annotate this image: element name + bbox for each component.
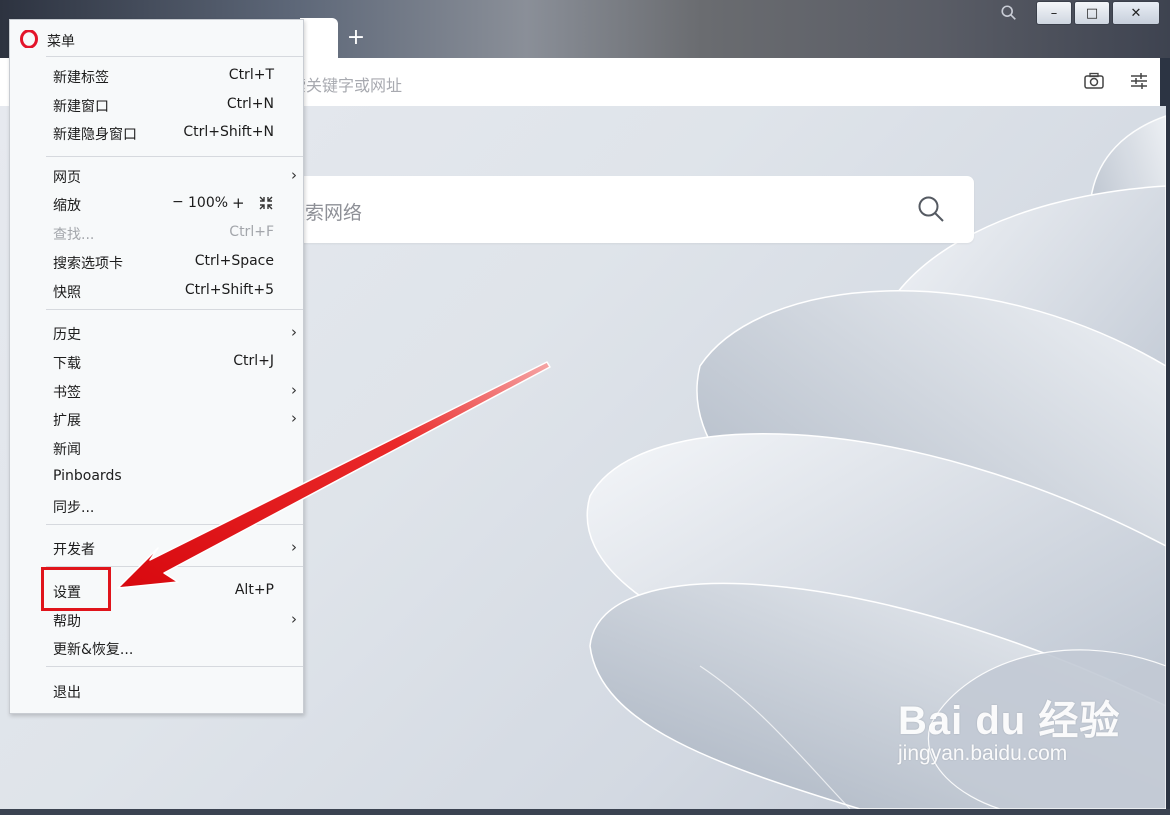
window-search-icon[interactable] <box>1000 4 1018 22</box>
chevron-right-icon: › <box>291 323 297 341</box>
menu-title: 菜单 <box>47 34 75 50</box>
chevron-right-icon: › <box>291 409 297 427</box>
chevron-right-icon: › <box>291 538 297 556</box>
menu-item-label: 更新&恢复... <box>53 642 134 658</box>
menu-item-new-tab[interactable]: 新建标签 Ctrl+T <box>10 63 303 89</box>
address-input[interactable]: 索关键字或网址 <box>290 72 402 96</box>
menu-item-developer[interactable]: 开发者 › <box>10 535 303 561</box>
menu-item-news[interactable]: 新闻 <box>10 435 303 461</box>
menu-item-search-tabs[interactable]: 搜索选项卡 Ctrl+Space <box>10 249 303 275</box>
menu-item-label: 扩展 <box>53 413 81 429</box>
menu-item-history[interactable]: 历史 › <box>10 320 303 346</box>
divider <box>46 156 303 157</box>
menu-item-shortcut: Ctrl+F <box>229 224 274 240</box>
menu-item-label: 快照 <box>53 285 81 301</box>
fullscreen-exit-icon[interactable] <box>259 196 273 210</box>
menu-item-label: 退出 <box>53 685 81 701</box>
opera-logo-icon <box>20 30 38 48</box>
web-search-box[interactable]: 搜索网络 <box>280 176 974 243</box>
easy-setup-icon[interactable] <box>1128 70 1150 92</box>
chevron-right-icon: › <box>291 610 297 628</box>
search-icon[interactable] <box>916 194 946 224</box>
menu-item-label: 下载 <box>53 356 81 372</box>
menu-item-label: 缩放 <box>53 198 81 214</box>
menu-item-label: 新建窗口 <box>53 99 109 115</box>
menu-item-shortcut: Ctrl+Shift+5 <box>184 282 274 298</box>
menu-item-downloads[interactable]: 下载 Ctrl+J <box>10 349 303 375</box>
zoom-out-button[interactable]: − <box>172 194 184 210</box>
menu-item-find[interactable]: 查找... Ctrl+F <box>10 220 303 246</box>
menu-item-label: 书签 <box>53 385 81 401</box>
menu-item-bookmarks[interactable]: 书签 › <box>10 378 303 404</box>
menu-item-label: 查找... <box>53 227 95 243</box>
watermark: Bai du 经验 jingyan.baidu.com <box>898 688 1120 766</box>
menu-item-label: 同步... <box>53 500 95 516</box>
menu-item-zoom: 缩放 − 100% + <box>10 191 303 217</box>
menu-item-shortcut: Alt+P <box>234 582 274 598</box>
menu-item-label: 新闻 <box>53 442 81 458</box>
window-border <box>1166 58 1170 815</box>
menu-item-update-recovery[interactable]: 更新&恢复... <box>10 635 303 661</box>
menu-item-shortcut: Ctrl+Shift+N <box>183 124 274 140</box>
watermark-brand: Bai du 经验 <box>898 699 1121 743</box>
highlight-box <box>41 567 111 611</box>
menu-item-label: 历史 <box>53 327 81 343</box>
maximize-button[interactable]: □ <box>1074 1 1110 25</box>
divider <box>46 56 303 57</box>
zoom-level: 100% <box>188 195 229 211</box>
new-tab-button[interactable]: + <box>344 26 368 50</box>
menu-item-shortcut: Ctrl+N <box>226 96 274 112</box>
minimize-button[interactable]: – <box>1036 1 1072 25</box>
menu-item-shortcut: Ctrl+J <box>233 353 274 369</box>
divider <box>46 309 303 310</box>
window-controls: – □ ✕ <box>1034 1 1160 25</box>
camera-icon[interactable] <box>1083 71 1105 91</box>
menu-item-new-window[interactable]: 新建窗口 Ctrl+N <box>10 92 303 118</box>
menu-item-label: 新建隐身窗口 <box>53 127 137 143</box>
menu-item-shortcut: Ctrl+Space <box>194 253 274 269</box>
menu-item-label: 帮助 <box>53 614 81 630</box>
menu-item-pinboards[interactable]: Pinboards <box>10 464 303 490</box>
divider <box>46 524 303 525</box>
menu-item-shortcut: Ctrl+T <box>228 67 274 83</box>
menu-item-snapshot[interactable]: 快照 Ctrl+Shift+5 <box>10 278 303 304</box>
menu-item-label: 新建标签 <box>53 70 109 86</box>
window-border-bottom <box>0 809 1170 815</box>
active-tab[interactable] <box>300 18 338 58</box>
menu-item-label: Pinboards <box>53 468 122 484</box>
menu-header: 菜单 <box>10 20 303 56</box>
menu-item-extensions[interactable]: 扩展 › <box>10 406 303 432</box>
chevron-right-icon: › <box>291 166 297 184</box>
close-button[interactable]: ✕ <box>1112 1 1160 25</box>
menu-item-label: 开发者 <box>53 542 95 558</box>
menu-item-new-private-window[interactable]: 新建隐身窗口 Ctrl+Shift+N <box>10 120 303 146</box>
menu-item-exit[interactable]: 退出 <box>10 678 303 704</box>
divider <box>46 666 303 667</box>
zoom-in-button[interactable]: + <box>232 194 245 212</box>
menu-item-label: 网页 <box>53 170 81 186</box>
menu-item-page[interactable]: 网页 › <box>10 163 303 189</box>
chevron-right-icon: › <box>291 381 297 399</box>
menu-item-sync[interactable]: 同步... <box>10 493 303 519</box>
menu-item-label: 搜索选项卡 <box>53 256 123 272</box>
